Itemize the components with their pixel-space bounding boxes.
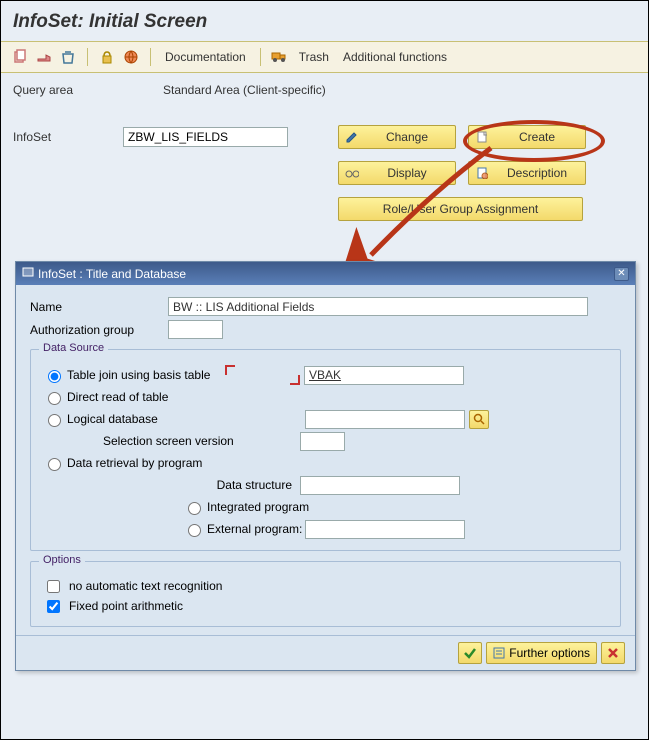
checkbox-fixed-point-label: Fixed point arithmetic [69,599,183,613]
options-group: Options no automatic text recognition Fi… [30,561,621,627]
search-help-button[interactable] [469,410,489,429]
create-button[interactable]: Create [468,125,586,149]
ok-button[interactable] [458,642,482,664]
copy-icon[interactable] [11,48,29,66]
checkbox-no-auto-text[interactable] [47,580,60,593]
options-icon [493,647,505,659]
checkbox-fixed-point[interactable] [47,600,60,613]
main-area: Query area Standard Area (Client-specifi… [1,73,648,243]
document-icon [475,166,489,180]
data-structure-label: Data structure [183,478,300,492]
datasource-group: Data Source Table join using basis table… [30,349,621,551]
checkbox-no-auto-text-label: no automatic text recognition [69,579,222,593]
name-input[interactable] [168,297,588,316]
radio-table-join-label: Table join using basis table [67,368,245,382]
infoset-label: InfoSet [13,130,123,144]
role-assignment-button[interactable]: Role/User Group Assignment [338,197,583,221]
logical-db-input[interactable] [305,410,465,429]
separator [260,48,261,66]
page-title: InfoSet: Initial Screen [1,1,648,41]
new-page-icon [475,130,489,144]
documentation-link[interactable]: Documentation [161,50,250,64]
radio-data-retrieval-label: Data retrieval by program [67,456,202,470]
transport-icon[interactable] [35,48,53,66]
data-structure-input[interactable] [300,476,460,495]
authgroup-label: Authorization group [30,323,168,337]
options-legend: Options [39,554,85,566]
trash-link[interactable]: Trash [295,50,333,64]
additional-functions-link[interactable]: Additional functions [339,50,451,64]
dialog-title-text: InfoSet : Title and Database [38,267,186,281]
radio-integrated[interactable] [188,502,201,515]
table-join-value-input[interactable] [304,366,464,385]
dialog-footer: Further options [16,635,635,670]
dialog-infoset-title-database: InfoSet : Title and Database ✕ Name Auth… [15,261,636,671]
infoset-input[interactable] [123,127,288,147]
highlight-corner [290,375,300,385]
glasses-icon [345,166,359,180]
separator [150,48,151,66]
radio-logical-db-label: Logical database [67,412,305,426]
check-icon [463,646,477,660]
radio-external-label: External program: [207,522,305,536]
truck-icon[interactable] [271,48,289,66]
toolbar: Documentation Trash Additional functions [1,41,648,73]
lock-icon[interactable] [98,48,116,66]
further-options-button[interactable]: Further options [486,642,597,664]
dialog-close-button[interactable]: ✕ [614,267,629,281]
sel-screen-label: Selection screen version [103,434,300,448]
display-button[interactable]: Display [338,161,456,185]
globe-icon[interactable] [122,48,140,66]
radio-table-join[interactable] [48,370,61,383]
radio-direct-read-label: Direct read of table [67,390,168,404]
radio-external[interactable] [188,524,201,537]
close-icon [606,646,620,660]
highlight-corner [225,365,235,375]
description-button[interactable]: Description [468,161,586,185]
radio-integrated-label: Integrated program [207,500,309,514]
radio-direct-read[interactable] [48,392,61,405]
cancel-button[interactable] [601,642,625,664]
external-program-input[interactable] [305,520,465,539]
dialog-titlebar: InfoSet : Title and Database ✕ [16,262,635,285]
separator [87,48,88,66]
datasource-legend: Data Source [39,342,108,354]
query-area-value: Standard Area (Client-specific) [163,83,326,97]
pencil-icon [345,130,359,144]
radio-logical-db[interactable] [48,414,61,427]
dialog-icon [22,266,34,281]
change-button[interactable]: Change [338,125,456,149]
delete-icon[interactable] [59,48,77,66]
radio-data-retrieval[interactable] [48,458,61,471]
query-area-label: Query area [13,83,123,97]
sel-screen-input[interactable] [300,432,345,451]
name-label: Name [30,300,168,314]
authgroup-input[interactable] [168,320,223,339]
